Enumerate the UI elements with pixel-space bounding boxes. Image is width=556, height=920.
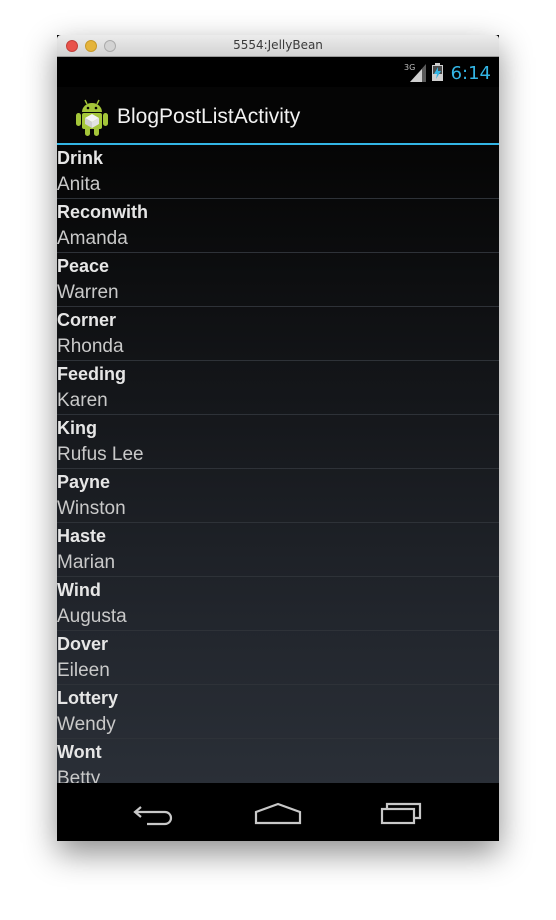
list-item[interactable]: Wont Betty (57, 739, 499, 783)
blog-post-list[interactable]: Drink Anita Reconwith Amanda Peace Warre… (57, 145, 499, 783)
emulator-window: 5554:JellyBean 3G 6:14 BlogPostListActiv… (57, 35, 499, 841)
post-title: Dover (57, 634, 109, 654)
list-item[interactable]: Corner Rhonda (57, 307, 499, 361)
cell-signal-icon: 3G (404, 63, 426, 82)
list-item[interactable]: Reconwith Amanda (57, 199, 499, 253)
post-title: Lottery (57, 688, 119, 708)
network-type-label: 3G (404, 63, 415, 72)
list-item[interactable]: King Rufus Lee (57, 415, 499, 469)
post-author: Marian (57, 552, 116, 573)
post-author: Amanda (57, 228, 128, 249)
android-icon[interactable] (73, 97, 111, 137)
post-title: King (57, 418, 97, 438)
post-title: Haste (57, 526, 107, 546)
post-author: Anita (57, 174, 101, 195)
list-item[interactable]: Dover Eileen (57, 631, 499, 685)
post-title: Corner (57, 310, 117, 330)
post-title: Feeding (57, 364, 127, 384)
post-title: Reconwith (57, 202, 149, 222)
window-title: 5554:JellyBean (233, 38, 323, 52)
post-title: Wind (57, 580, 101, 600)
post-author: Warren (57, 282, 119, 303)
post-author: Rufus Lee (57, 444, 144, 465)
post-title: Drink (57, 148, 104, 168)
post-author: Eileen (57, 660, 110, 681)
home-icon[interactable] (248, 797, 308, 829)
battery-icon (432, 63, 443, 81)
device-screen: 3G 6:14 BlogPostListActivity Drink Anita… (57, 57, 499, 841)
post-author: Augusta (57, 606, 127, 627)
post-title: Peace (57, 256, 110, 276)
list-item[interactable]: Wind Augusta (57, 577, 499, 631)
list-item[interactable]: Feeding Karen (57, 361, 499, 415)
recent-apps-icon[interactable] (372, 797, 432, 829)
post-author: Winston (57, 498, 126, 519)
post-author: Betty (57, 768, 101, 783)
post-title: Wont (57, 742, 102, 762)
action-bar-title: BlogPostListActivity (117, 105, 301, 128)
window-titlebar: 5554:JellyBean (57, 35, 499, 57)
post-author: Rhonda (57, 336, 124, 357)
status-bar: 3G 6:14 (57, 57, 499, 87)
list-item[interactable]: Haste Marian (57, 523, 499, 577)
list-item[interactable]: Peace Warren (57, 253, 499, 307)
list-item[interactable]: Payne Winston (57, 469, 499, 523)
post-author: Karen (57, 390, 108, 411)
navigation-bar (57, 783, 499, 841)
list-item[interactable]: Drink Anita (57, 145, 499, 199)
list-item[interactable]: Lottery Wendy (57, 685, 499, 739)
action-bar: BlogPostListActivity (57, 87, 499, 145)
back-icon[interactable] (125, 797, 185, 829)
post-title: Payne (57, 472, 111, 492)
post-author: Wendy (57, 714, 116, 735)
status-time: 6:14 (450, 63, 491, 84)
